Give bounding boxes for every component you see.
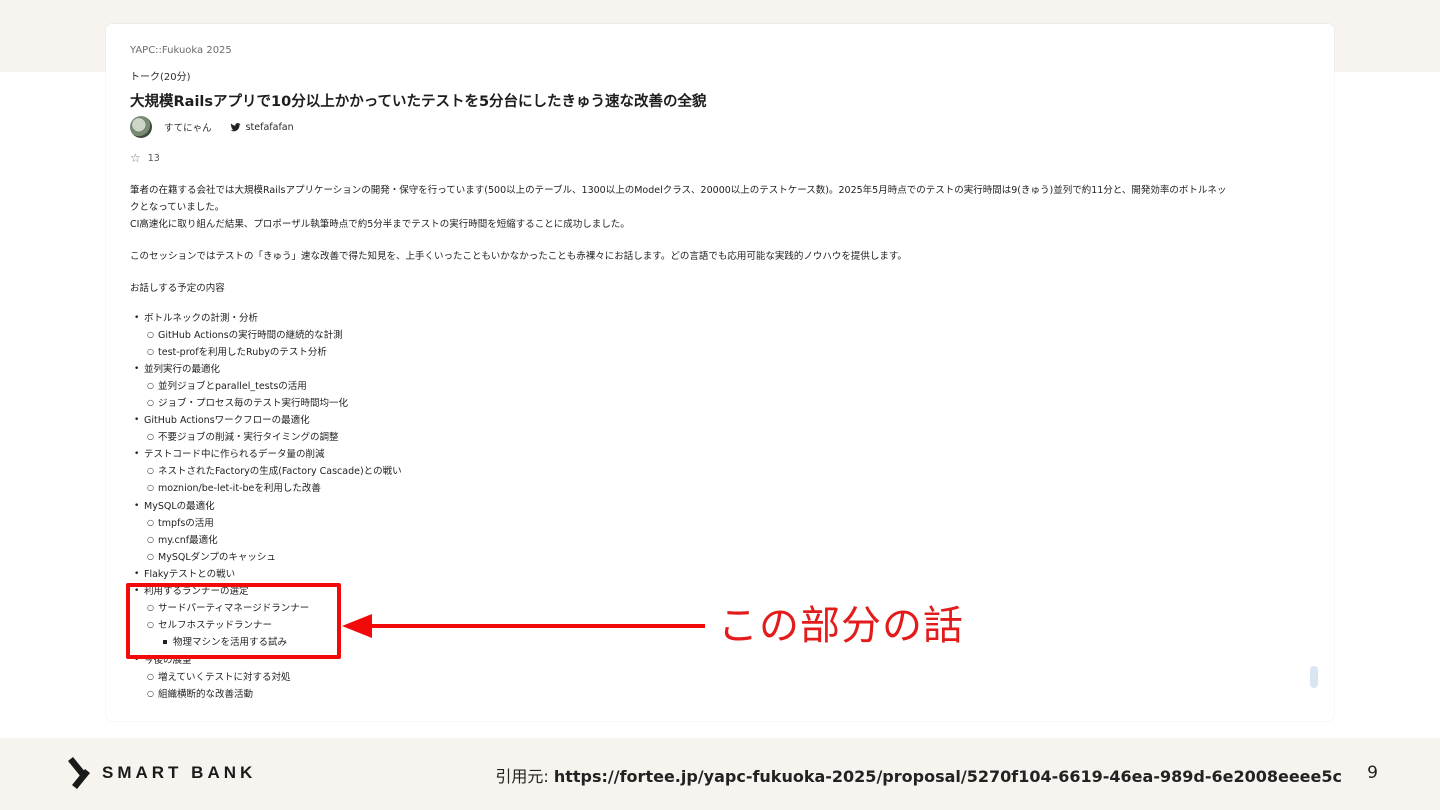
outline-subitem: ○ test-profを利用したRubyのテスト分析	[147, 347, 327, 358]
callout-text: この部分の話	[718, 603, 964, 649]
source-label: 引用元:	[495, 767, 554, 786]
outline-item: • テストコード中に作られるデータ量の削減	[134, 449, 325, 460]
highlight-box	[126, 583, 341, 659]
source-url[interactable]: https://fortee.jp/yapc-fukuoka-2025/prop…	[554, 767, 1342, 786]
description-line: CI高速化に取り組んだ結果、プロポーザル執筆時点で約5分半までテストの実行時間を…	[130, 219, 630, 230]
outline-subitem: ○ 不要ジョブの削減・実行タイミングの調整	[147, 432, 339, 443]
scroll-button[interactable]	[1310, 666, 1318, 688]
star-icon[interactable]: ☆	[130, 152, 141, 164]
twitter-handle[interactable]: stefafafan	[246, 122, 294, 133]
smartbank-logo-icon	[68, 757, 90, 789]
talk-title: 大規模Railsアプリで10分以上かかっていたテストを5分台にしたきゅう速な改善…	[130, 94, 707, 110]
outline-subitem: ○ GitHub Actionsの実行時間の継続的な計測	[147, 330, 343, 341]
page-number: 9	[1367, 763, 1378, 783]
outline-item: • GitHub Actionsワークフローの最適化	[134, 415, 310, 426]
outline-subitem: ○ ネストされたFactoryの生成(Factory Cascade)との戦い	[147, 466, 402, 477]
outline-item: • 並列実行の最適化	[134, 364, 221, 375]
logo-text: SMART BANK	[102, 763, 257, 782]
outline-item: • Flakyテストとの戦い	[134, 569, 236, 580]
outline-subitem: ○ tmpfsの活用	[147, 518, 214, 529]
outline-subitem: ○ ジョブ・プロセス毎のテスト実行時間均一化	[147, 398, 349, 409]
outline-item: • ボトルネックの計測・分析	[134, 313, 259, 324]
logo: SMART BANK	[66, 757, 256, 789]
avatar[interactable]	[130, 116, 152, 138]
outline-heading: お話しする予定の内容	[130, 283, 225, 294]
description-line: 筆者の在籍する会社では大規模Railsアプリケーションの開発・保守を行っています…	[130, 185, 1227, 196]
outline-subitem: ○ MySQLダンプのキャッシュ	[147, 552, 276, 563]
source-citation: 引用元: https://fortee.jp/yapc-fukuoka-2025…	[495, 763, 1342, 787]
author-row: すてにゃん stefafafan	[130, 116, 294, 138]
talk-kind: トーク(20分)	[130, 72, 191, 83]
twitter-icon	[230, 122, 241, 131]
outline-subitem: ○ 並列ジョブとparallel_testsの活用	[147, 381, 307, 392]
outline-subitem: ○ moznion/be-let-it-beを利用した改善	[147, 483, 321, 494]
outline-subitem: ○ 増えていくテストに対する対処	[147, 672, 291, 683]
outline-item: • MySQLの最適化	[134, 501, 215, 512]
description-line: このセッションではテストの「きゅう」速な改善で得た知見を、上手くいったこともいか…	[130, 251, 907, 262]
outline-subitem: ○ 組織横断的な改善活動	[147, 689, 254, 700]
author-name[interactable]: すてにゃん	[164, 120, 212, 134]
arrow-icon	[342, 614, 705, 638]
star-count: 13	[147, 152, 160, 164]
event-name: YAPC::Fukuoka 2025	[130, 45, 232, 56]
favorite-row: ☆ 13	[130, 152, 160, 164]
description-line: クとなっていました。	[130, 202, 225, 213]
outline-subitem: ○ my.cnf最適化	[147, 535, 218, 546]
